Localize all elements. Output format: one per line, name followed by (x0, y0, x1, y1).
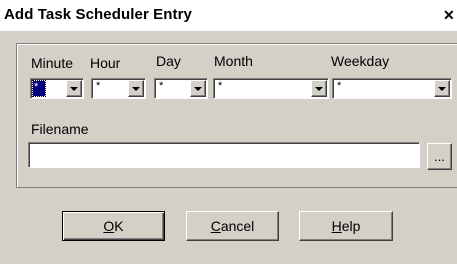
minute-label: Minute (31, 55, 74, 71)
month-label: Month (214, 53, 253, 69)
chevron-down-icon[interactable] (190, 80, 206, 97)
close-icon[interactable]: ✕ (443, 6, 457, 24)
weekday-select[interactable]: * (332, 78, 452, 99)
weekday-label: Weekday (331, 53, 390, 69)
help-label: elp (341, 218, 361, 234)
day-label: Day (156, 53, 181, 69)
minute-value: * (32, 80, 46, 97)
chevron-down-icon[interactable] (66, 80, 82, 97)
browse-button[interactable]: ... (427, 143, 452, 170)
ok-accel: O (103, 218, 115, 234)
month-select[interactable]: * (213, 78, 329, 99)
weekday-value: * (337, 80, 342, 92)
ok-label: K (114, 218, 124, 234)
filename-field[interactable] (28, 142, 420, 168)
chevron-down-icon[interactable] (434, 80, 450, 97)
day-select[interactable]: * (154, 78, 208, 99)
hour-select[interactable]: * (91, 78, 146, 99)
help-button[interactable]: Help (299, 211, 393, 241)
chevron-down-icon[interactable] (128, 80, 144, 97)
minute-select[interactable]: * (30, 78, 84, 99)
add-task-scheduler-dialog: Add Task Scheduler Entry ✕ Minute Hour D… (0, 0, 457, 264)
help-accel: H (331, 218, 342, 234)
cancel-accel: C (210, 218, 221, 234)
title-bar[interactable]: Add Task Scheduler Entry ✕ (0, 0, 457, 31)
window-title: Add Task Scheduler Entry (4, 6, 193, 23)
hour-value: * (96, 80, 101, 92)
hour-label: Hour (90, 55, 121, 71)
cancel-button[interactable]: Cancel (186, 211, 279, 241)
day-value: * (159, 80, 164, 92)
filename-label: Filename (31, 121, 89, 137)
month-value: * (218, 80, 223, 92)
cancel-label: ancel (220, 218, 255, 234)
ok-button[interactable]: OK (62, 211, 165, 241)
chevron-down-icon[interactable] (311, 80, 327, 97)
